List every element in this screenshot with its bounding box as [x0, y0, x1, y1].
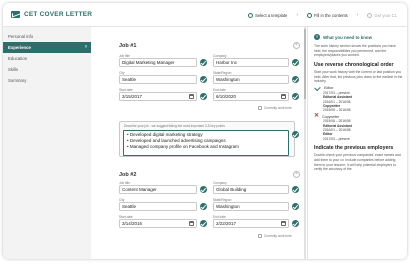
- checkbox-label: Currently work here: [264, 106, 292, 110]
- start-date-input[interactable]: 3/15/2017: [119, 92, 197, 101]
- valid-check-icon: [200, 59, 207, 66]
- end-date-input[interactable]: 2/22/2017: [213, 219, 289, 228]
- remove-job-icon[interactable]: ×: [293, 171, 300, 178]
- valid-check-icon: [200, 203, 207, 210]
- calendar-icon[interactable]: [189, 94, 194, 99]
- calendar-icon[interactable]: [281, 221, 286, 226]
- currently-work-here[interactable]: Currently work here: [258, 106, 292, 110]
- experience-form: Job #1 × Job title Digital Marketing Man…: [103, 27, 303, 259]
- job-heading: Job #1: [119, 43, 137, 49]
- valid-check-icon: [292, 76, 299, 83]
- app-window: CET COVER LETTER Select a template › Fil…: [3, 3, 407, 259]
- valid-check-icon: [200, 76, 207, 83]
- tips-paragraph: Double-check your previous companies' ex…: [314, 153, 401, 172]
- start-date-input[interactable]: 3/14/2016: [119, 219, 197, 228]
- valid-check-icon: [292, 203, 299, 210]
- valid-check-icon: [292, 93, 299, 100]
- step-label: Get your CL: [374, 12, 397, 18]
- city-input[interactable]: Seattle: [119, 202, 197, 211]
- state-input[interactable]: Washington: [213, 202, 289, 211]
- job-heading: Job #2: [119, 172, 137, 178]
- example-title: Copywriter: [322, 114, 340, 119]
- step-fill-contents[interactable]: Fill in the contents: [307, 12, 348, 18]
- step-circle-icon: [307, 12, 312, 18]
- calendar-icon[interactable]: [189, 221, 194, 226]
- step-label: Fill in the contents: [314, 12, 348, 18]
- remove-job-icon[interactable]: ×: [293, 42, 300, 49]
- description-textarea[interactable]: • Developed digital marketing strategy •…: [123, 130, 289, 156]
- state-input[interactable]: Washington: [213, 75, 289, 84]
- valid-check-icon: [292, 59, 299, 66]
- company-input[interactable]: Harbor Inc: [213, 58, 289, 67]
- scroll-thumb[interactable]: [304, 29, 306, 99]
- example-title: Editor: [324, 86, 334, 91]
- valid-check-icon: [292, 220, 299, 227]
- sidebar-item-summary[interactable]: Summary: [3, 75, 91, 86]
- logo: CET COVER LETTER: [11, 11, 92, 18]
- description-hint: Describe your job - we suggest listing t…: [124, 124, 225, 128]
- description-box: Describe your job - we suggest listing t…: [119, 121, 295, 157]
- top-bar: CET COVER LETTER Select a template › Fil…: [3, 3, 407, 27]
- form-scrollbar[interactable]: [304, 27, 306, 259]
- company-input[interactable]: Global Building: [213, 185, 289, 194]
- chevron-right-icon: ›: [296, 12, 298, 18]
- sidebar-item-personal-info[interactable]: Personal info: [3, 31, 91, 42]
- envelope-icon: [11, 11, 20, 18]
- question-icon: ?: [314, 34, 320, 40]
- step-label: Select a template: [254, 12, 288, 18]
- tips-intro: The work history section shows the posit…: [314, 44, 396, 58]
- sidebar-item-skills[interactable]: Skills: [3, 64, 91, 75]
- sidebar: Personal info Experience Education Skill…: [3, 27, 91, 259]
- step-get-cl[interactable]: Get your CL: [367, 12, 397, 18]
- example-line: 2017/03 – present: [323, 136, 350, 141]
- step-select-template[interactable]: Select a template: [247, 12, 288, 18]
- job-title-input[interactable]: Content Manager: [119, 185, 197, 194]
- currently-work-here[interactable]: Currently work here: [258, 234, 292, 238]
- logo-text: CET COVER LETTER: [24, 11, 93, 18]
- tips-panel: ? What you need to know The work history…: [307, 27, 407, 259]
- valid-check-icon: [292, 186, 299, 193]
- checkbox[interactable]: [258, 106, 262, 110]
- tips-paragraph: Start your work history with the current…: [314, 70, 403, 84]
- bullet-line: • Managed company profile on Facebook an…: [127, 144, 239, 149]
- step-circle-icon: [247, 12, 253, 18]
- city-input[interactable]: Seattle: [119, 75, 197, 84]
- progress-steps: Select a template › Fill in the contents…: [247, 12, 397, 18]
- calendar-icon[interactable]: [281, 94, 286, 99]
- tips-heading: Indicate the previous employers: [314, 144, 394, 151]
- checkbox[interactable]: [258, 234, 262, 238]
- valid-check-icon: [200, 186, 207, 193]
- checkbox-label: Currently work here: [264, 234, 292, 238]
- sidebar-item-education[interactable]: Education: [3, 53, 91, 64]
- tips-header: ? What you need to know: [314, 34, 403, 40]
- step-circle-icon: [367, 12, 373, 18]
- cross-mark-icon: ✕: [314, 113, 320, 120]
- end-date-input[interactable]: 6/10/2020: [213, 92, 289, 101]
- tips-header-text: What you need to know: [323, 34, 373, 40]
- job-title-input[interactable]: Digital Marketing Manager: [119, 58, 197, 67]
- sidebar-item-experience[interactable]: Experience: [3, 42, 91, 53]
- valid-check-icon: [200, 93, 207, 100]
- tips-heading: Use reverse chronological order: [314, 61, 394, 68]
- example-line: 2015/08 – 2016/08: [323, 108, 351, 113]
- chevron-right-icon: ›: [356, 12, 359, 18]
- valid-check-icon: [292, 131, 299, 138]
- valid-check-icon: [200, 220, 207, 227]
